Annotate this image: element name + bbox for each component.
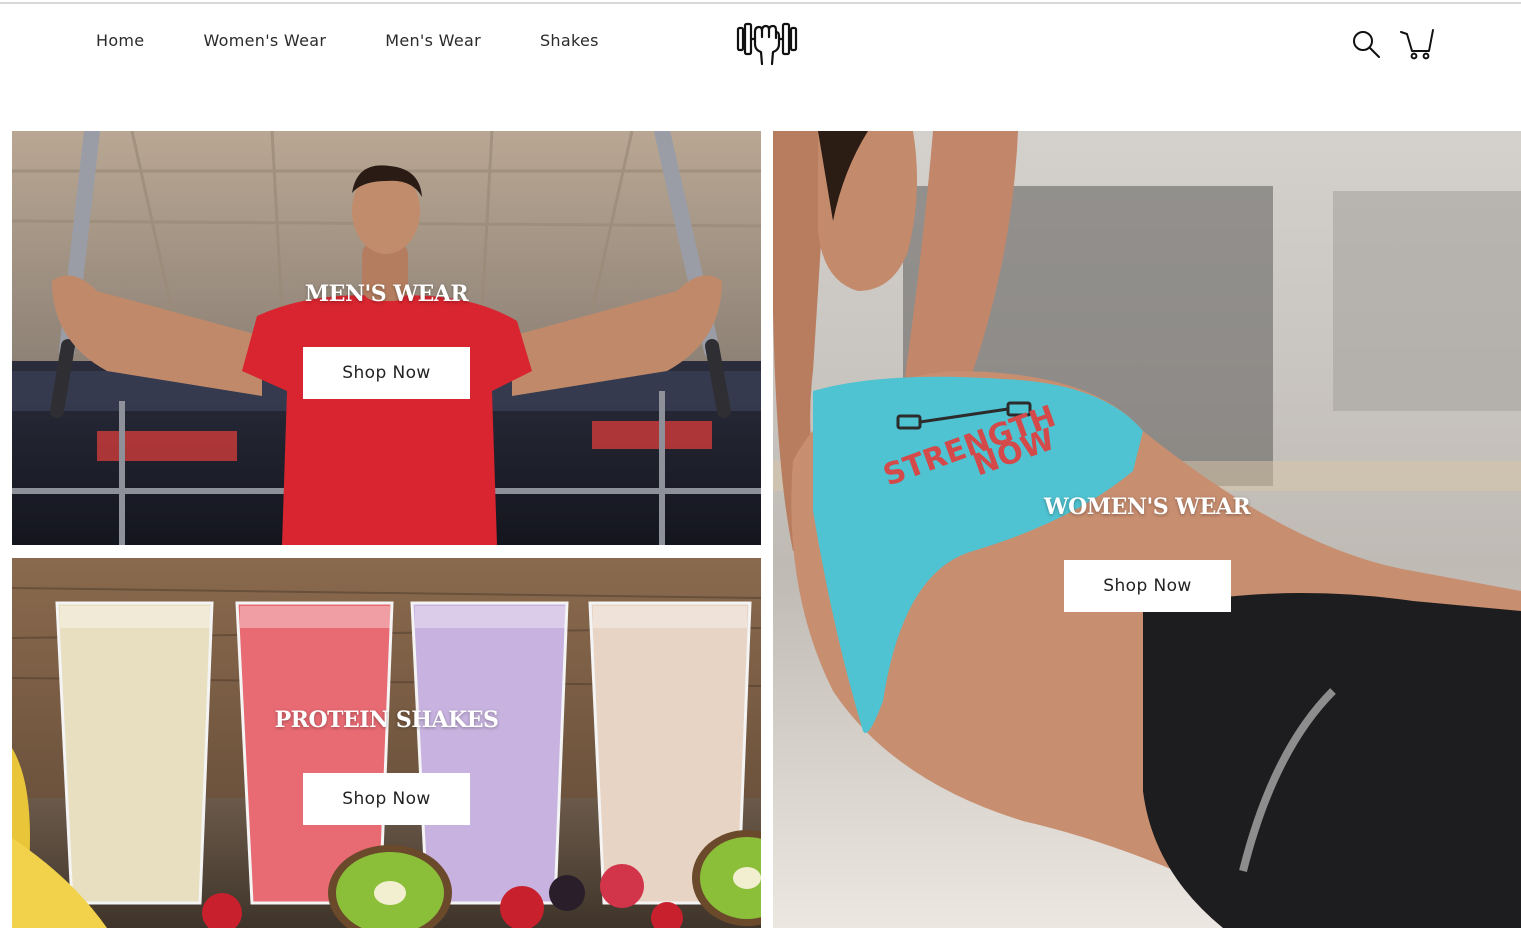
protein-shakes-tile[interactable]: PROTEIN SHAKES Shop Now bbox=[12, 558, 761, 928]
womens-shop-now-button[interactable]: Shop Now bbox=[1064, 560, 1231, 612]
womens-wear-tile[interactable]: STRENGTH NOW WOMEN'S WEAR Shop Now bbox=[773, 131, 1521, 928]
search-button[interactable] bbox=[1351, 29, 1381, 59]
cart-icon bbox=[1400, 29, 1434, 60]
main-nav: Home Women's Wear Men's Wear Shakes bbox=[96, 31, 658, 51]
search-icon bbox=[1353, 31, 1380, 58]
mens-shop-now-button[interactable]: Shop Now bbox=[303, 347, 470, 399]
nav-home[interactable]: Home bbox=[96, 31, 144, 51]
site-header: Home Women's Wear Men's Wear Shakes bbox=[0, 4, 1521, 96]
nav-mens-wear[interactable]: Men's Wear bbox=[385, 31, 481, 51]
shakes-shop-now-button[interactable]: Shop Now bbox=[303, 773, 470, 825]
mens-wear-photo bbox=[12, 131, 761, 545]
nav-womens-wear[interactable]: Women's Wear bbox=[203, 31, 326, 51]
mens-wear-title: MEN'S WEAR bbox=[304, 281, 469, 307]
protein-shakes-photo bbox=[12, 558, 761, 928]
nav-shakes[interactable]: Shakes bbox=[540, 31, 599, 51]
protein-shakes-title: PROTEIN SHAKES bbox=[274, 707, 499, 733]
dumbbell-fist-icon[interactable] bbox=[736, 18, 798, 66]
cart-button[interactable] bbox=[1399, 26, 1435, 60]
womens-wear-photo: STRENGTH NOW bbox=[773, 131, 1521, 928]
mens-wear-tile[interactable]: MEN'S WEAR Shop Now bbox=[12, 131, 761, 545]
womens-wear-title: WOMEN'S WEAR bbox=[1043, 494, 1251, 520]
